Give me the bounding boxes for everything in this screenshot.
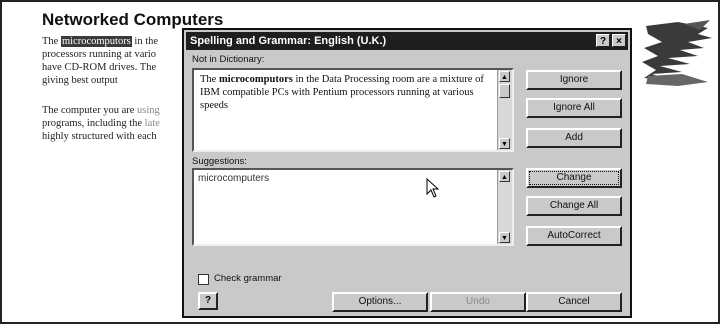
close-icon[interactable]: ×: [612, 34, 626, 47]
clip-art-image: [642, 20, 712, 86]
misspelled-word-highlight[interactable]: microcomputors: [60, 36, 132, 47]
scroll-down-icon[interactable]: ▼: [499, 232, 510, 243]
help-icon[interactable]: ?: [596, 34, 610, 47]
help-button[interactable]: ?: [198, 292, 218, 310]
change-all-button[interactable]: Change All: [526, 196, 622, 216]
check-grammar-checkbox[interactable]: [198, 274, 209, 285]
doc-line: highly structured with each: [42, 131, 157, 142]
dialog-titlebar[interactable]: Spelling and Grammar: English (U.K.) ? ×: [186, 32, 628, 50]
suggestions-list[interactable]: microcomputers ▲ ▼: [192, 168, 514, 246]
doc-text: using: [137, 105, 160, 116]
add-button[interactable]: Add: [526, 128, 622, 148]
dialog-title: Spelling and Grammar: English (U.K.): [190, 35, 387, 47]
doc-text: in the: [131, 36, 159, 47]
scroll-thumb[interactable]: [499, 84, 510, 98]
doc-text: late: [144, 118, 160, 129]
scrollbar[interactable]: ▲ ▼: [497, 170, 512, 244]
mouse-pointer-icon: [426, 178, 440, 198]
doc-text: The: [42, 36, 61, 47]
doc-line: have CD-ROM drives. The: [42, 62, 157, 73]
doc-line: giving best output: [42, 75, 118, 86]
ignore-button[interactable]: Ignore: [526, 70, 622, 90]
doc-line: The computer you are using: [42, 105, 160, 116]
doc-line: processors running at vario: [42, 49, 157, 60]
scroll-down-icon[interactable]: ▼: [499, 138, 510, 149]
spelling-grammar-dialog: Spelling and Grammar: English (U.K.) ? ×…: [182, 28, 632, 318]
suggestion-item[interactable]: microcomputers: [198, 173, 269, 184]
sentence-text: The microcomputors in the Data Processin…: [200, 73, 492, 112]
not-in-dictionary-label: Not in Dictionary:: [192, 54, 265, 65]
misspelled-word: microcomputors: [218, 74, 293, 85]
options-button[interactable]: Options...: [332, 292, 428, 312]
doc-line: programs, including the late: [42, 118, 160, 129]
cancel-button[interactable]: Cancel: [526, 292, 622, 312]
scroll-up-icon[interactable]: ▲: [499, 71, 510, 82]
sentence-part: The: [200, 74, 219, 85]
doc-text: programs, including the: [42, 118, 145, 129]
help-icon: ?: [204, 295, 212, 306]
suggestions-label: Suggestions:: [192, 156, 247, 167]
ignore-all-button[interactable]: Ignore All: [526, 98, 622, 118]
not-in-dictionary-box[interactable]: The microcomputors in the Data Processin…: [192, 68, 514, 152]
change-button[interactable]: Change: [526, 168, 622, 188]
doc-text: The computer you are: [42, 105, 138, 116]
check-grammar-label[interactable]: Check grammar: [214, 273, 282, 284]
scrollbar[interactable]: ▲ ▼: [497, 70, 512, 150]
doc-line: The microcomputors in the: [42, 36, 158, 47]
document-heading: Networked Computers: [42, 10, 224, 29]
autocorrect-button[interactable]: AutoCorrect: [526, 226, 622, 246]
scroll-up-icon[interactable]: ▲: [499, 171, 510, 182]
undo-button[interactable]: Undo: [430, 292, 526, 312]
